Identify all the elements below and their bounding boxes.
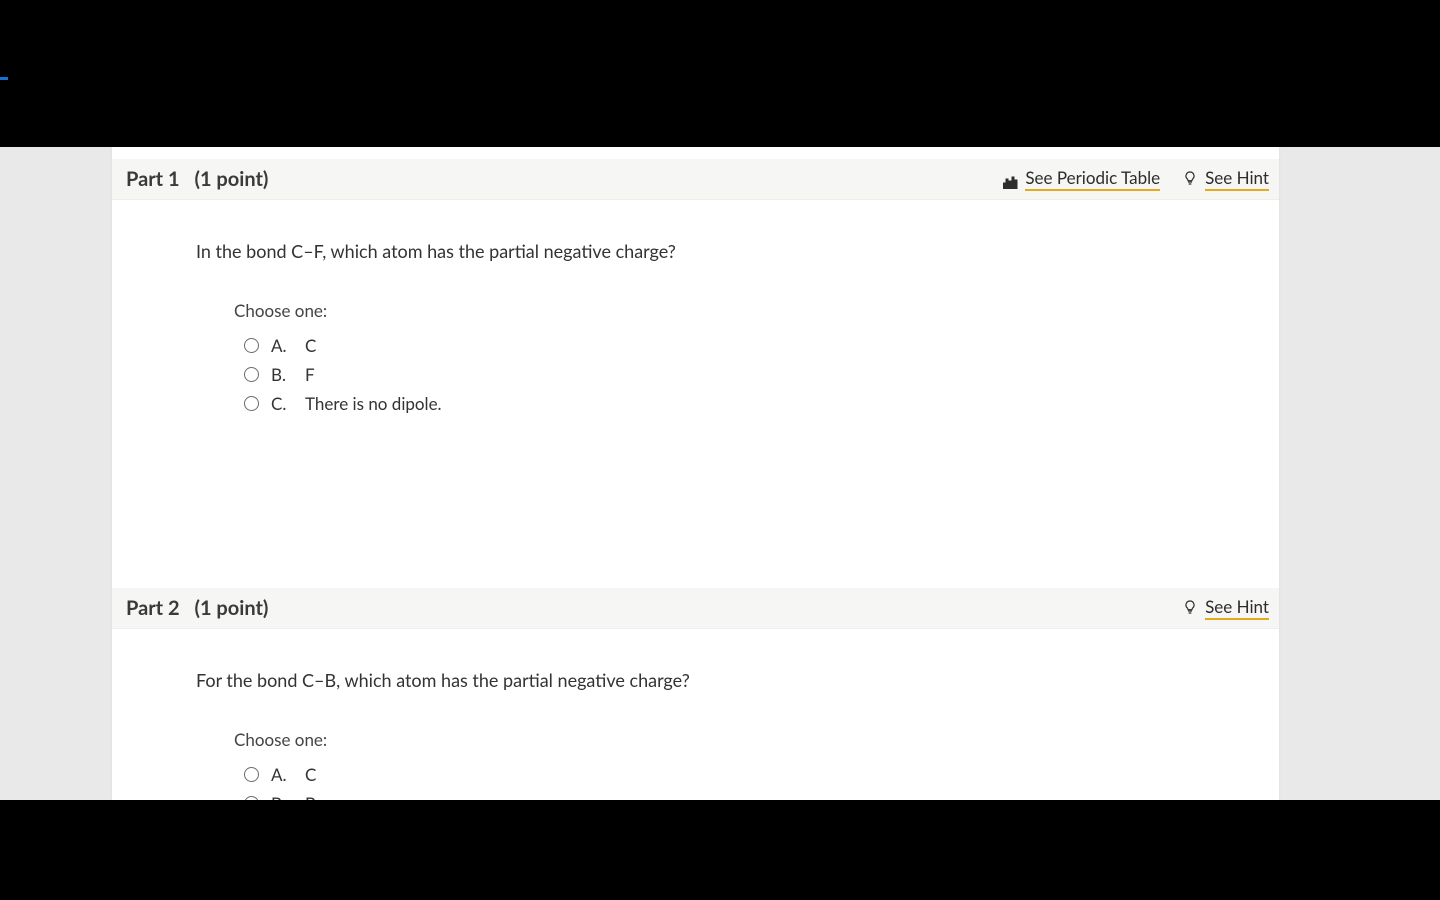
part2-choose-label: Choose one:: [234, 729, 1195, 750]
part1-choose-label: Choose one:: [234, 300, 1195, 321]
radio-unchecked: [244, 367, 259, 382]
part1-header-links: See Periodic Table See Hint: [1003, 167, 1269, 191]
accent-sliver: [0, 77, 8, 80]
part2-prompt: For the bond C–B, which atom has the par…: [196, 669, 1195, 691]
see-hint-text-part1: See Hint: [1205, 167, 1269, 191]
radio-unchecked: [244, 767, 259, 782]
part2-points: (1 point): [194, 596, 268, 620]
option-letter: C.: [271, 393, 293, 414]
lightbulb-icon: [1182, 169, 1198, 190]
option-letter: B.: [271, 364, 293, 385]
part2-header-links: See Hint: [1182, 596, 1269, 620]
see-hint-text-part2: See Hint: [1205, 596, 1269, 620]
option-letter: B.: [271, 793, 293, 800]
part1-points: (1 point): [194, 167, 268, 191]
part2-title: Part 2 (1 point): [126, 596, 268, 620]
part2-options: A. C B. B C. There is no dipole.: [244, 760, 1195, 800]
see-periodic-table-text: See Periodic Table: [1025, 167, 1160, 191]
spacer: [196, 418, 1195, 588]
part1-option-a[interactable]: A. C: [244, 331, 1195, 360]
lightbulb-icon: [1182, 598, 1198, 619]
part2-option-b[interactable]: B. B: [244, 789, 1195, 800]
part2-label: Part 2: [126, 596, 180, 620]
bottom-banner: [0, 800, 1440, 900]
radio-unchecked: [244, 338, 259, 353]
see-hint-link-part1[interactable]: See Hint: [1182, 167, 1269, 191]
option-text: C: [305, 764, 316, 785]
part1-option-c[interactable]: C. There is no dipole.: [244, 389, 1195, 418]
radio-unchecked: [244, 396, 259, 411]
part1-title: Part 1 (1 point): [126, 167, 268, 191]
part1-option-b[interactable]: B. F: [244, 360, 1195, 389]
part2-header: Part 2 (1 point) See Hint: [112, 588, 1279, 629]
option-text: C: [305, 335, 316, 356]
part1-prompt: In the bond C–F, which atom has the part…: [196, 240, 1195, 262]
part1-header: Part 1 (1 point) See Periodic Table: [112, 159, 1279, 200]
option-letter: A.: [271, 335, 293, 356]
radio-unchecked: [244, 796, 259, 800]
periodic-table-icon: [1003, 172, 1018, 186]
option-text: There is no dipole.: [305, 393, 442, 414]
option-text: F: [305, 364, 315, 385]
see-hint-link-part2[interactable]: See Hint: [1182, 596, 1269, 620]
top-banner: [0, 0, 1440, 147]
part1-label: Part 1: [126, 167, 180, 191]
part2-option-a[interactable]: A. C: [244, 760, 1195, 789]
see-periodic-table-link[interactable]: See Periodic Table: [1003, 167, 1160, 191]
option-letter: A.: [271, 764, 293, 785]
option-text: B: [305, 793, 316, 800]
part1-options: A. C B. F C. There is no dipole.: [244, 331, 1195, 418]
content-sheet: Part 1 (1 point) See Periodic Table: [112, 147, 1279, 800]
